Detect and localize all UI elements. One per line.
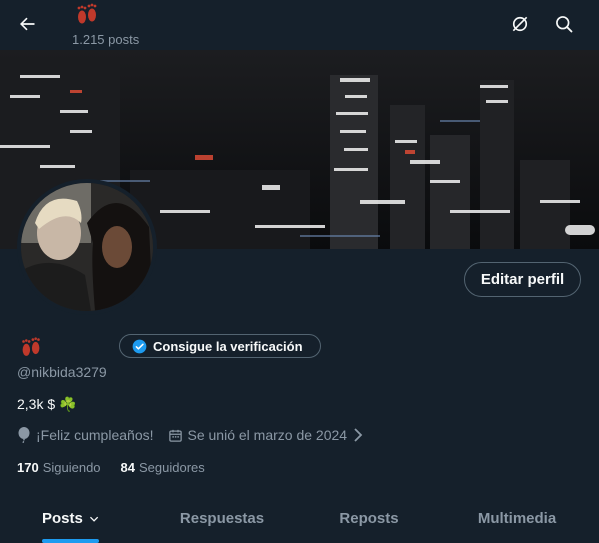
search-icon (556, 16, 573, 33)
followers-count: 84 (120, 460, 135, 475)
search-button[interactable] (549, 9, 579, 39)
tab-posts[interactable]: Posts (42, 494, 99, 543)
profile-tabs: Posts Respuestas Reposts Multimedia (0, 494, 599, 543)
top-bar: 1.215 posts (0, 0, 599, 50)
following-label: Siguiendo (42, 460, 101, 475)
followers-link[interactable]: 84 Seguidores (121, 460, 205, 475)
footprints-icon (72, 3, 102, 27)
active-tab-indicator (42, 539, 99, 543)
following-link[interactable]: 170 Siguiendo (17, 460, 101, 475)
following-count: 170 (17, 460, 39, 475)
back-button[interactable] (12, 9, 42, 39)
get-verified-label: Consigue la verificación (153, 338, 303, 354)
profile-meta: ¡Feliz cumpleaños! Se unió el marzo de 2… (17, 427, 364, 443)
unsubscribe-button[interactable] (505, 9, 535, 39)
joined-item[interactable]: Se unió el marzo de 2024 (168, 427, 365, 443)
chevron-down-icon (89, 516, 99, 522)
arrow-left-icon (20, 17, 35, 31)
balloon-icon (18, 427, 30, 443)
user-handle: @nikbida3279 (17, 364, 107, 380)
get-verified-button[interactable]: Consigue la verificación (119, 334, 321, 358)
birthday-item: ¡Feliz cumpleaños! (17, 427, 154, 443)
followers-label: Seguidores (139, 460, 205, 475)
calendar-icon (168, 429, 182, 442)
edit-profile-button[interactable]: Editar perfil (464, 262, 581, 297)
post-count: 1.215 posts (72, 32, 140, 47)
verified-badge-icon (132, 339, 147, 353)
footprints-icon (17, 336, 45, 360)
tab-posts-label: Posts (42, 510, 83, 527)
chevron-right-icon (354, 428, 363, 442)
tab-reposts[interactable]: Reposts (330, 494, 408, 543)
tab-respuestas[interactable]: Respuestas (170, 494, 274, 543)
tab-multimedia[interactable]: Multimedia (466, 494, 568, 543)
unsubscribe-circle-icon (512, 16, 528, 32)
birthday-text: ¡Feliz cumpleaños! (36, 427, 154, 443)
user-bio: 2,3k $ ☘️ (17, 396, 77, 412)
follow-stats: 170 Siguiendo 84 Seguidores (17, 460, 205, 475)
joined-text: Se unió el marzo de 2024 (187, 427, 348, 443)
avatar-photo (21, 183, 153, 311)
avatar[interactable] (17, 179, 157, 315)
